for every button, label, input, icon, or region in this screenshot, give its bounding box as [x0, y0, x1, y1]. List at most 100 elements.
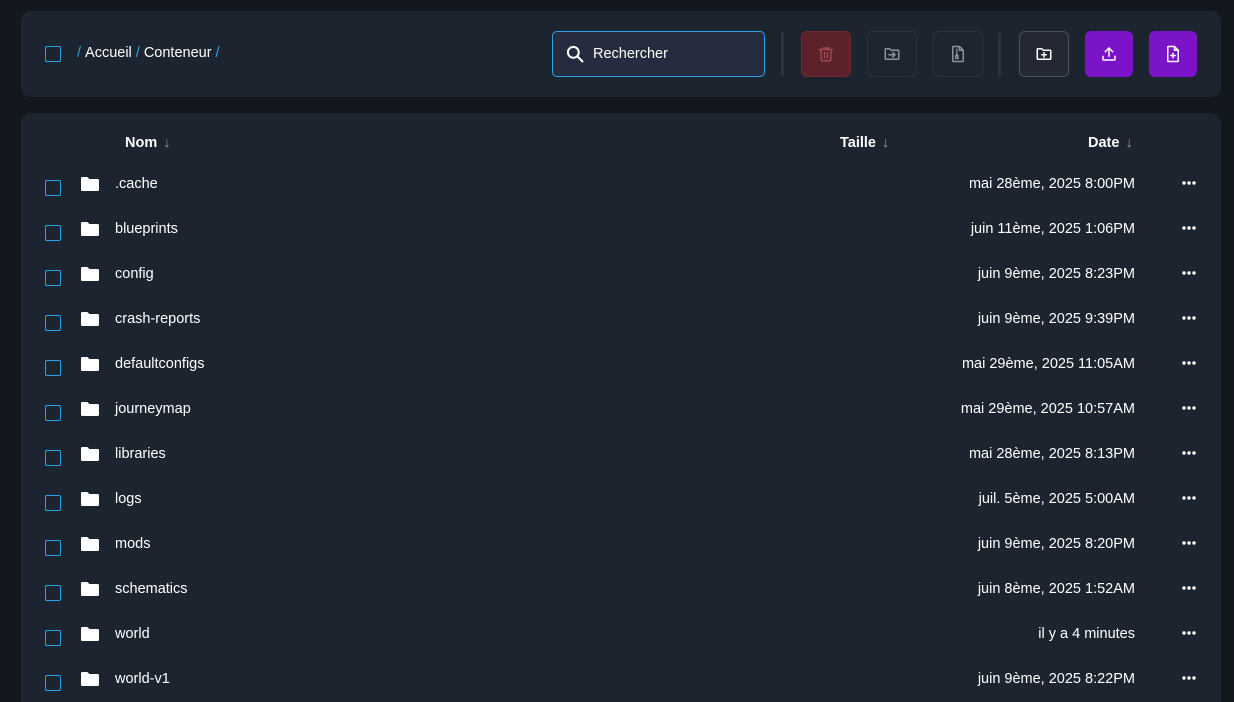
toolbar-divider: [781, 32, 784, 76]
folder-icon: [80, 311, 100, 327]
file-name[interactable]: schematics: [115, 581, 188, 597]
more-options-icon[interactable]: [1181, 310, 1197, 326]
file-name[interactable]: .cache: [115, 176, 158, 192]
column-header-name-label: Nom: [125, 135, 158, 151]
more-options-icon[interactable]: [1181, 355, 1197, 371]
row-checkbox[interactable]: [45, 495, 61, 511]
folder-icon: [80, 356, 100, 372]
sort-arrow-icon: ↓: [163, 135, 171, 151]
file-date: mai 29ème, 2025 11:05AM: [961, 356, 1135, 372]
select-all-checkbox[interactable]: [45, 46, 61, 62]
table-row[interactable]: blueprints juin 11ème, 2025 1:06PM: [21, 208, 1221, 253]
more-options-icon[interactable]: [1181, 175, 1197, 191]
file-date: il y a 4 minutes: [1038, 626, 1135, 642]
table-row[interactable]: crash-reports juin 9ème, 2025 9:39PM: [21, 298, 1221, 343]
file-list-panel: Nom ↓ Taille ↓ Date ↓ .cache mai 28ème, 2025…: [21, 113, 1221, 702]
row-checkbox[interactable]: [45, 630, 61, 646]
search-input[interactable]: [593, 44, 758, 64]
file-date: juin 9ème, 2025 8:22PM: [977, 671, 1135, 687]
folder-icon: [80, 536, 100, 552]
more-options-icon[interactable]: [1181, 580, 1197, 596]
row-checkbox[interactable]: [45, 540, 61, 556]
breadcrumb-separator: /: [215, 45, 220, 61]
folder-icon: [80, 671, 100, 687]
more-options-icon[interactable]: [1181, 400, 1197, 416]
column-header-size[interactable]: Taille ↓: [840, 135, 889, 151]
breadcrumb: / Accueil / Conteneur /: [77, 45, 224, 61]
compress-button[interactable]: [933, 31, 983, 77]
table-row[interactable]: schematics juin 8ème, 2025 1:52AM: [21, 568, 1221, 613]
table-row[interactable]: logs juil. 5ème, 2025 5:00AM: [21, 478, 1221, 523]
table-row[interactable]: journeymap mai 29ème, 2025 10:57AM: [21, 388, 1221, 433]
breadcrumb-container[interactable]: Conteneur: [144, 45, 212, 61]
folder-icon: [80, 626, 100, 642]
folder-plus-icon: [1036, 48, 1052, 60]
more-options-icon[interactable]: [1181, 535, 1197, 551]
more-options-icon[interactable]: [1181, 220, 1197, 236]
file-plus-icon: [1167, 45, 1179, 63]
folder-icon: [80, 446, 100, 462]
file-archive-icon: [952, 45, 964, 63]
upload-icon: [1102, 47, 1116, 61]
row-checkbox[interactable]: [45, 315, 61, 331]
column-header-size-label: Taille: [840, 135, 876, 151]
row-checkbox[interactable]: [45, 360, 61, 376]
file-name[interactable]: world-v1: [115, 671, 170, 687]
row-checkbox[interactable]: [45, 180, 61, 196]
table-row[interactable]: libraries mai 28ème, 2025 8:13PM: [21, 433, 1221, 478]
file-date: juin 9ème, 2025 8:23PM: [977, 266, 1135, 282]
new-folder-button[interactable]: [1019, 31, 1069, 77]
file-date: mai 28ème, 2025 8:00PM: [968, 176, 1135, 192]
breadcrumb-separator: /: [77, 45, 82, 61]
folder-icon: [80, 491, 100, 507]
table-row[interactable]: .cache mai 28ème, 2025 8:00PM: [21, 163, 1221, 208]
more-options-icon[interactable]: [1181, 445, 1197, 461]
column-header-name[interactable]: Nom ↓: [125, 135, 170, 151]
more-options-icon[interactable]: [1181, 265, 1197, 281]
breadcrumb-home[interactable]: Accueil: [85, 45, 132, 61]
file-name[interactable]: blueprints: [115, 221, 178, 237]
file-name[interactable]: logs: [115, 491, 142, 507]
search-icon: [566, 45, 584, 63]
file-date: juin 9ème, 2025 8:20PM: [977, 536, 1135, 552]
file-name[interactable]: world: [115, 626, 150, 642]
row-checkbox[interactable]: [45, 405, 61, 421]
row-checkbox[interactable]: [45, 585, 61, 601]
sort-arrow-icon: ↓: [1125, 135, 1133, 151]
file-date: juil. 5ème, 2025 5:00AM: [978, 491, 1135, 507]
trash-icon: [818, 47, 834, 62]
file-name[interactable]: journeymap: [115, 401, 191, 417]
file-date: mai 28ème, 2025 8:13PM: [968, 446, 1135, 462]
move-to-folder-icon: [884, 48, 900, 60]
row-checkbox[interactable]: [45, 225, 61, 241]
file-name[interactable]: config: [115, 266, 154, 282]
row-checkbox[interactable]: [45, 450, 61, 466]
more-options-icon[interactable]: [1181, 625, 1197, 641]
upload-button[interactable]: [1085, 31, 1133, 77]
table-row[interactable]: config juin 9ème, 2025 8:23PM: [21, 253, 1221, 298]
folder-icon: [80, 221, 100, 237]
table-row[interactable]: world il y a 4 minutes: [21, 613, 1221, 658]
file-name[interactable]: mods: [115, 536, 150, 552]
table-row[interactable]: mods juin 9ème, 2025 8:20PM: [21, 523, 1221, 568]
search-box[interactable]: [552, 31, 765, 77]
file-date: juin 11ème, 2025 1:06PM: [970, 221, 1135, 237]
row-checkbox[interactable]: [45, 270, 61, 286]
folder-icon: [80, 176, 100, 192]
file-date: mai 29ème, 2025 10:57AM: [960, 401, 1135, 417]
more-options-icon[interactable]: [1181, 490, 1197, 506]
delete-button[interactable]: [801, 31, 851, 77]
new-file-button[interactable]: [1149, 31, 1197, 77]
table-row[interactable]: defaultconfigs mai 29ème, 2025 11:05AM: [21, 343, 1221, 388]
file-date: juin 9ème, 2025 9:39PM: [977, 311, 1135, 327]
column-header-date[interactable]: Date ↓: [1088, 135, 1133, 151]
file-name[interactable]: crash-reports: [115, 311, 200, 327]
file-name[interactable]: defaultconfigs: [115, 356, 204, 372]
column-header-date-label: Date: [1088, 135, 1120, 151]
more-options-icon[interactable]: [1181, 670, 1197, 686]
move-button[interactable]: [867, 31, 917, 77]
sort-arrow-icon: ↓: [882, 135, 890, 151]
table-row[interactable]: world-v1 juin 9ème, 2025 8:22PM: [21, 658, 1221, 702]
row-checkbox[interactable]: [45, 675, 61, 691]
file-name[interactable]: libraries: [115, 446, 166, 462]
